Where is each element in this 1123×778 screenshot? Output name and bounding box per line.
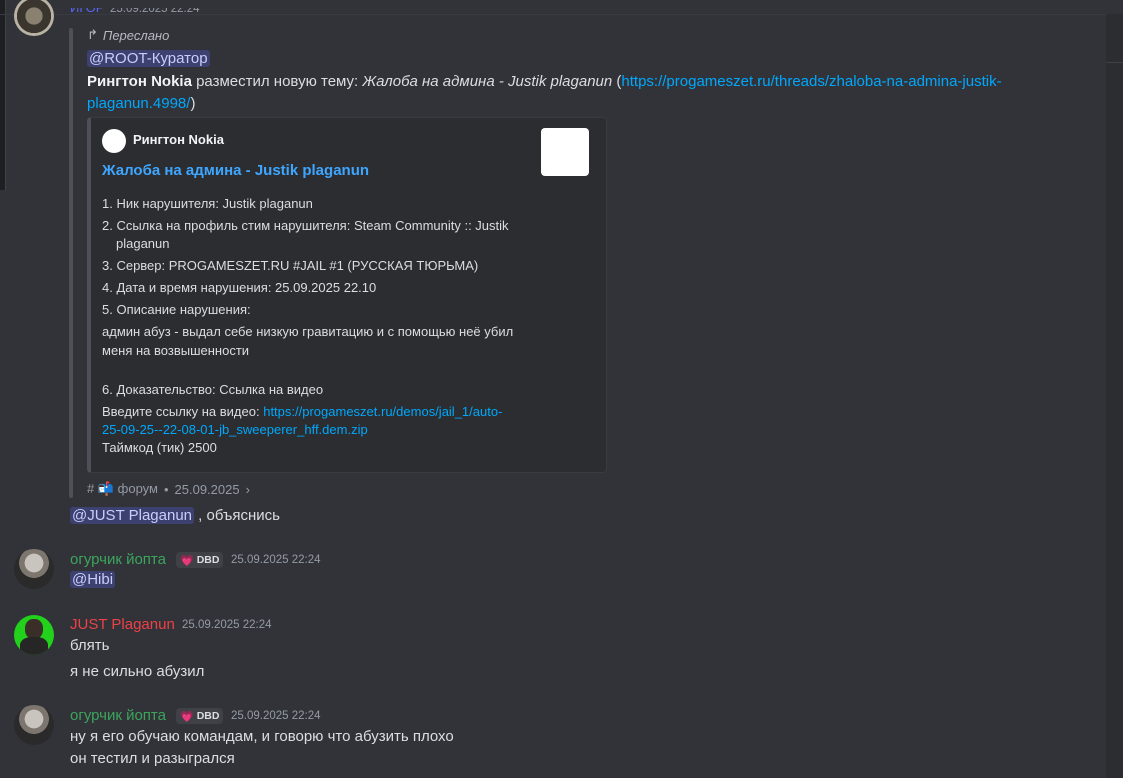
embed-video-line-2: 25-09-25--22-08-01-jb_sweeperer_hff.dem.… bbox=[102, 421, 368, 439]
message-author[interactable]: JUST Plaganun bbox=[70, 616, 175, 633]
message-author[interactable]: ИГОР bbox=[70, 8, 104, 14]
left-panel-edge bbox=[0, 0, 6, 190]
message-timestamp: 25.09.2025 22:24 bbox=[110, 3, 200, 15]
author-name[interactable]: огурчик йопта bbox=[70, 551, 166, 568]
author-name[interactable]: огурчик йопта bbox=[70, 707, 166, 724]
forward-mention-line: @ROOT-Куратор bbox=[87, 48, 210, 70]
embed-line: 4. Дата и время нарушения: 25.09.2025 22… bbox=[102, 280, 377, 295]
message-author[interactable]: огурчик йопта bbox=[70, 551, 166, 568]
heart-icon: 💗 bbox=[180, 554, 194, 567]
forward-channel[interactable]: # 📬 форум bbox=[87, 481, 158, 497]
embed-author: Рингтон Nokia bbox=[133, 132, 224, 147]
message-content: @Hibi bbox=[70, 569, 116, 591]
chevron-right-icon: › bbox=[245, 481, 250, 497]
forward-text: разместил новую тему: bbox=[191, 73, 363, 90]
message-timestamp: 25.09.2025 22:24 bbox=[182, 619, 272, 631]
embed-thumbnail[interactable] bbox=[541, 128, 589, 176]
separator-dot: • bbox=[163, 481, 169, 497]
user-mention[interactable]: @JUST Plaganun bbox=[70, 507, 195, 524]
user-mention[interactable]: @Hibi bbox=[70, 571, 116, 588]
badge-text: DBD bbox=[196, 554, 220, 566]
scrollbar[interactable] bbox=[1106, 14, 1123, 778]
forward-author: Рингтон Nokia bbox=[87, 73, 192, 90]
embed-line: plaganun bbox=[116, 236, 170, 251]
paren: ) bbox=[190, 95, 196, 112]
message-author[interactable]: огурчик йопта bbox=[70, 707, 166, 724]
guild-tag-badge[interactable]: 💗 DBD bbox=[176, 708, 224, 724]
message-timestamp: 25.09.2025 22:24 bbox=[231, 710, 321, 722]
heart-icon: 💗 bbox=[180, 710, 194, 723]
forward-date: 25.09.2025 bbox=[174, 481, 240, 497]
forward-footer[interactable]: # 📬 форум • 25.09.2025 › bbox=[87, 481, 250, 497]
forward-topic: Жалоба на админа - Justik plaganun bbox=[362, 73, 613, 90]
embed-title[interactable]: Жалоба на админа - Justik plaganun bbox=[102, 162, 369, 179]
forward-label: Переслано bbox=[102, 27, 170, 43]
video-prefix: Введите ссылку на видео: bbox=[102, 404, 264, 419]
embed-timecode: Таймкод (тик) 2500 bbox=[102, 440, 217, 455]
video-link-cont[interactable]: 25-09-25--22-08-01-jb_sweeperer_hff.dem.… bbox=[102, 422, 368, 437]
embed-line: админ абуз - выдал себе низкую гравитаци… bbox=[102, 324, 514, 339]
avatar[interactable] bbox=[14, 549, 54, 589]
embed-line: 6. Доказательство: Ссылка на видео bbox=[102, 382, 324, 397]
embed-video-line: Введите ссылку на видео: https://progame… bbox=[102, 403, 502, 421]
avatar[interactable] bbox=[14, 705, 54, 745]
avatar-face bbox=[25, 619, 43, 639]
forward-arrow-icon: ↱ bbox=[87, 27, 98, 42]
message-text: , объяснись bbox=[194, 507, 280, 524]
message-timestamp: 25.09.2025 22:24 bbox=[231, 554, 321, 566]
message-content: я не сильно абузил bbox=[70, 663, 205, 680]
embed-line: 5. Описание нарушения: bbox=[102, 302, 251, 317]
message-content: ну я его обучаю командам, и говорю что а… bbox=[70, 728, 454, 745]
message-content: блять bbox=[70, 637, 110, 654]
scrollbar-divider bbox=[1106, 62, 1123, 63]
chat-message-list: ИГОР 25.09.2025 22:24 ↱ Переслано @ROOT-… bbox=[0, 0, 1106, 778]
avatar[interactable] bbox=[14, 0, 54, 36]
forward-text-line-1: Рингтон Nokia разместил новую тему: Жало… bbox=[87, 71, 1002, 93]
embed-line: 1. Ник нарушителя: Justik plaganun bbox=[102, 196, 313, 211]
link-embed[interactable]: Рингтон Nokia Жалоба на админа - Justik … bbox=[87, 117, 607, 473]
guild-tag-badge[interactable]: 💗 DBD bbox=[176, 552, 224, 568]
forward-text-line-2: plaganun.4998/) bbox=[87, 93, 195, 115]
avatar-body bbox=[20, 637, 48, 655]
badge-text: DBD bbox=[196, 710, 220, 722]
message-content: @JUST Plaganun , объяснись bbox=[70, 505, 280, 527]
message-content: он тестил и разыгрался bbox=[70, 750, 235, 767]
embed-line: 3. Сервер: PROGAMESZET.RU #JAIL #1 (РУСС… bbox=[102, 258, 479, 273]
video-link[interactable]: https://progameszet.ru/demos/jail_1/auto… bbox=[263, 404, 502, 419]
forward-bar bbox=[69, 28, 73, 498]
thread-link[interactable]: https://progameszet.ru/threads/zhaloba-n… bbox=[621, 73, 1001, 90]
embed-author-avatar bbox=[102, 129, 126, 153]
thread-link-cont[interactable]: plaganun.4998/ bbox=[87, 95, 190, 112]
role-mention[interactable]: @ROOT-Куратор bbox=[87, 50, 210, 67]
avatar[interactable] bbox=[14, 615, 54, 655]
embed-line: меня на возвышенности bbox=[102, 343, 250, 358]
embed-line: 2. Ссылка на профиль стим нарушителя: St… bbox=[102, 218, 509, 233]
forward-header: ↱ Переслано bbox=[87, 27, 169, 43]
